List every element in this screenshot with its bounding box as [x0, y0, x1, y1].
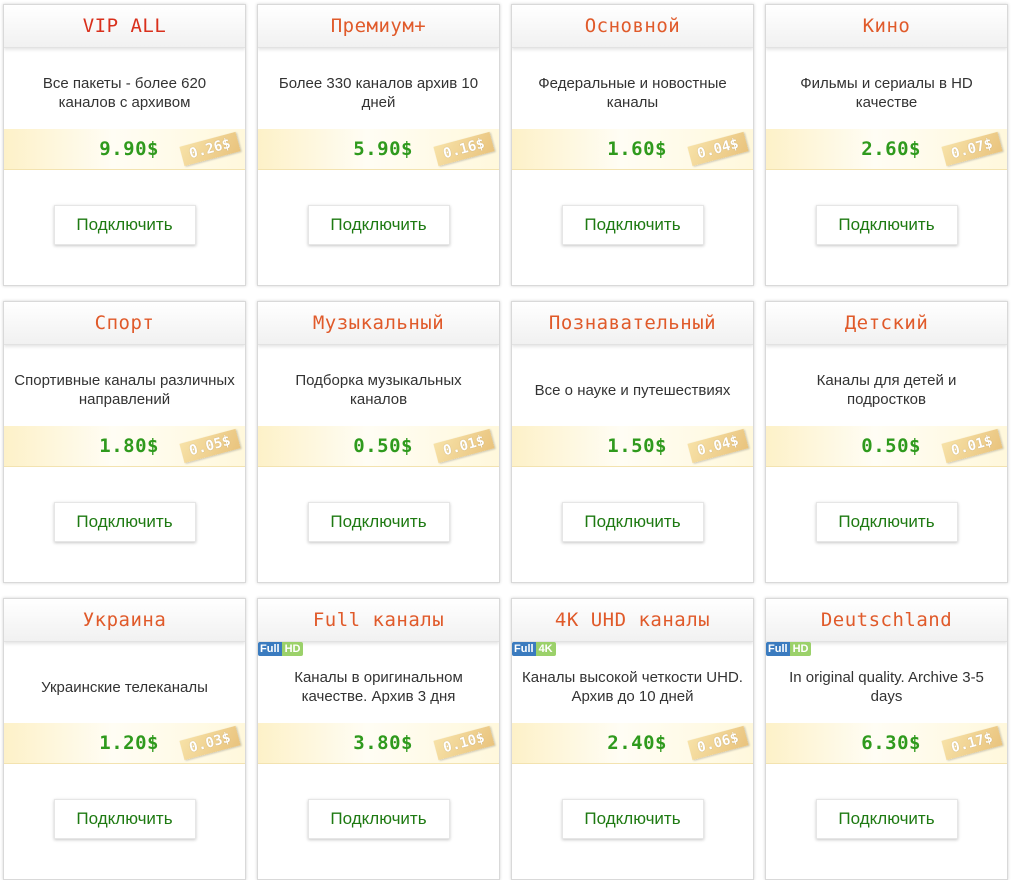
daily-price-tag: 0.06$	[687, 725, 749, 761]
price-band: 2.40$ 0.06$	[512, 723, 753, 764]
package-description: Каналы для детей и подростков	[816, 372, 957, 408]
daily-price-tag: 0.04$	[687, 428, 749, 464]
price-band: 5.90$ 0.16$	[258, 129, 499, 170]
package-grid: VIP ALL Все пакеты - более 620 каналов с…	[0, 0, 1016, 880]
package-card-ukraine: Украина Украинские телеканалы 1.20$ 0.03…	[3, 598, 246, 880]
badge-full-label: Full	[258, 642, 282, 656]
package-card-4k-uhd: 4K UHD каналы Full 4K Каналы высокой чет…	[511, 598, 754, 880]
package-title: Основной	[512, 5, 753, 48]
subscribe-button[interactable]: Подключить	[307, 502, 450, 542]
package-title: Full каналы	[258, 599, 499, 642]
monthly-price: 2.60$	[861, 138, 921, 160]
package-card-full-channels: Full каналы Full HD Каналы в оригинально…	[257, 598, 500, 880]
badge-quality-label: 4K	[535, 642, 556, 656]
subscribe-button[interactable]: Подключить	[561, 502, 704, 542]
package-description: Все о науке и путешествиях	[534, 381, 731, 399]
subscribe-button[interactable]: Подключить	[53, 205, 196, 245]
subscribe-button[interactable]: Подключить	[815, 799, 958, 839]
price-band: 2.60$ 0.07$	[766, 129, 1007, 170]
package-card-vip-all: VIP ALL Все пакеты - более 620 каналов с…	[3, 4, 246, 286]
package-description: Фильмы и сериалы в HD качестве	[800, 75, 973, 111]
price-band: 0.50$ 0.01$	[766, 426, 1007, 467]
daily-price-tag: 0.04$	[687, 131, 749, 167]
daily-price-tag: 0.07$	[941, 131, 1003, 167]
monthly-price: 5.90$	[353, 138, 413, 160]
package-description: Все пакеты - более 620 каналов с архивом	[42, 75, 207, 111]
daily-price-tag: 0.10$	[433, 725, 495, 761]
subscribe-button[interactable]: Подключить	[307, 205, 450, 245]
package-card-cinema: Кино Фильмы и сериалы в HD качестве 2.60…	[765, 4, 1008, 286]
package-description: In original quality. Archive 3-5 days	[789, 669, 984, 705]
package-title: Премиум+	[258, 5, 499, 48]
package-card-kids: Детский Каналы для детей и подростков 0.…	[765, 301, 1008, 583]
monthly-price: 0.50$	[861, 435, 921, 457]
package-title: 4K UHD каналы	[512, 599, 753, 642]
badge-full-label: Full	[766, 642, 790, 656]
badge-quality-label: HD	[281, 642, 304, 656]
package-card-deutschland: Deutschland Full HD In original quality.…	[765, 598, 1008, 880]
daily-price-tag: 0.01$	[941, 428, 1003, 464]
package-description: Украинские телеканалы	[41, 678, 208, 696]
monthly-price: 1.20$	[99, 732, 159, 754]
price-band: 3.80$ 0.10$	[258, 723, 499, 764]
package-description: Федеральные и новостные каналы	[538, 75, 727, 111]
package-description: Спортивные каналы различных направлений	[14, 372, 235, 408]
package-title: VIP ALL	[4, 5, 245, 48]
package-card-basic: Основной Федеральные и новостные каналы …	[511, 4, 754, 286]
monthly-price: 1.50$	[607, 435, 667, 457]
package-title: Украина	[4, 599, 245, 642]
price-band: 9.90$ 0.26$	[4, 129, 245, 170]
package-card-music: Музыкальный Подборка музыкальных каналов…	[257, 301, 500, 583]
price-band: 0.50$ 0.01$	[258, 426, 499, 467]
package-title: Детский	[766, 302, 1007, 345]
badge-full-label: Full	[512, 642, 536, 656]
subscribe-button[interactable]: Подключить	[815, 502, 958, 542]
price-band: 1.20$ 0.03$	[4, 723, 245, 764]
package-title: Кино	[766, 5, 1007, 48]
price-band: 1.80$ 0.05$	[4, 426, 245, 467]
daily-price-tag: 0.17$	[941, 725, 1003, 761]
monthly-price: 9.90$	[99, 138, 159, 160]
subscribe-button[interactable]: Подключить	[53, 502, 196, 542]
badge-quality-label: HD	[789, 642, 812, 656]
daily-price-tag: 0.16$	[433, 131, 495, 167]
monthly-price: 3.80$	[353, 732, 413, 754]
package-title: Спорт	[4, 302, 245, 345]
price-band: 6.30$ 0.17$	[766, 723, 1007, 764]
daily-price-tag: 0.03$	[179, 725, 241, 761]
monthly-price: 0.50$	[353, 435, 413, 457]
package-description: Каналы в оригинальном качестве. Архив 3 …	[294, 669, 463, 705]
full-4k-badge: Full 4K	[512, 642, 556, 656]
subscribe-button[interactable]: Подключить	[53, 799, 196, 839]
package-card-premium-plus: Премиум+ Более 330 каналов архив 10 дней…	[257, 4, 500, 286]
package-card-sport: Спорт Спортивные каналы различных направ…	[3, 301, 246, 583]
daily-price-tag: 0.01$	[433, 428, 495, 464]
monthly-price: 2.40$	[607, 732, 667, 754]
package-title: Deutschland	[766, 599, 1007, 642]
package-title: Познавательный	[512, 302, 753, 345]
subscribe-button[interactable]: Подключить	[561, 799, 704, 839]
package-title: Музыкальный	[258, 302, 499, 345]
monthly-price: 6.30$	[861, 732, 921, 754]
price-band: 1.50$ 0.04$	[512, 426, 753, 467]
subscribe-button[interactable]: Подключить	[561, 205, 704, 245]
subscribe-button[interactable]: Подключить	[307, 799, 450, 839]
package-description: Подборка музыкальных каналов	[295, 372, 462, 408]
monthly-price: 1.80$	[99, 435, 159, 457]
package-card-educational: Познавательный Все о науке и путешествия…	[511, 301, 754, 583]
subscribe-button[interactable]: Подключить	[815, 205, 958, 245]
full-hd-badge: Full HD	[258, 642, 304, 656]
package-description: Каналы высокой четкости UHD. Архив до 10…	[522, 669, 743, 705]
package-description: Более 330 каналов архив 10 дней	[278, 75, 479, 111]
daily-price-tag: 0.26$	[179, 131, 241, 167]
price-band: 1.60$ 0.04$	[512, 129, 753, 170]
daily-price-tag: 0.05$	[179, 428, 241, 464]
full-hd-badge: Full HD	[766, 642, 812, 656]
monthly-price: 1.60$	[607, 138, 667, 160]
